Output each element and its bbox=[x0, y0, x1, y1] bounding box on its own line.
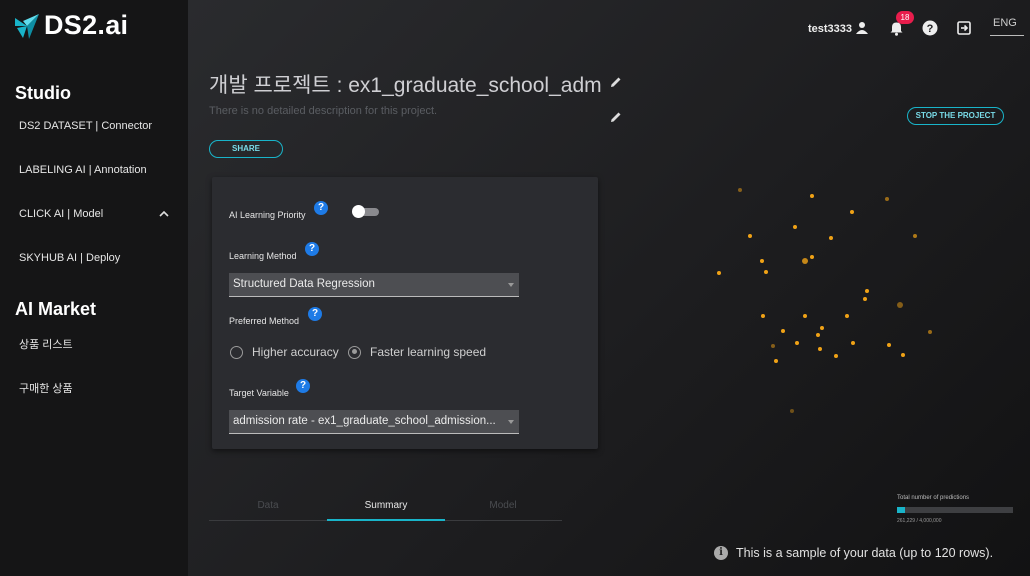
sidebar-item-purchased[interactable]: 구매한 상품 bbox=[19, 380, 169, 396]
sidebar-item-click-ai[interactable]: CLICK AI | Model bbox=[19, 208, 169, 220]
learning-method-select[interactable]: Structured Data Regression bbox=[229, 273, 519, 297]
decorative-dots-graphic bbox=[717, 188, 932, 413]
predictions-count: 261,229 / 4,000,000 bbox=[897, 518, 942, 524]
target-variable-value: admission rate - ex1_graduate_school_adm… bbox=[233, 415, 496, 427]
language-underline bbox=[990, 35, 1024, 36]
sidebar-item-label: SKYHUB AI | Deploy bbox=[19, 252, 121, 264]
sidebar-item-label: CLICK AI | Model bbox=[19, 208, 104, 220]
svg-text:?: ? bbox=[927, 23, 934, 35]
help-icon[interactable]: ? bbox=[922, 20, 938, 36]
learning-method-label: Learning Method bbox=[229, 251, 297, 261]
radio-higher-accuracy[interactable]: Higher accuracy bbox=[230, 345, 339, 359]
sidebar: DS2.ai Studio DS2 DATASET | Connector LA… bbox=[0, 0, 188, 576]
radio-label: Higher accuracy bbox=[252, 345, 339, 359]
chevron-up-icon[interactable] bbox=[159, 209, 169, 219]
sidebar-item-labeling[interactable]: LABELING AI | Annotation bbox=[19, 164, 169, 176]
info-icon: i bbox=[714, 546, 728, 560]
ds2-logo-icon bbox=[15, 13, 39, 39]
learning-method-value: Structured Data Regression bbox=[233, 278, 375, 290]
ai-priority-toggle[interactable] bbox=[352, 205, 379, 218]
sidebar-section-studio: Studio bbox=[15, 83, 71, 103]
chevron-down-icon bbox=[508, 420, 514, 424]
stop-project-button[interactable]: STOP THE PROJECT bbox=[907, 107, 1004, 125]
sidebar-item-label: 구매한 상품 bbox=[19, 383, 73, 395]
logo[interactable]: DS2.ai bbox=[14, 10, 128, 41]
tab-model[interactable]: Model bbox=[444, 500, 562, 511]
tab-summary[interactable]: Summary bbox=[327, 500, 445, 511]
radio-circle-selected bbox=[348, 345, 361, 359]
preferred-method-label: Preferred Method bbox=[229, 316, 300, 326]
ai-priority-label: AI Learning Priority bbox=[229, 210, 306, 220]
target-variable-label: Target Variable bbox=[229, 388, 289, 398]
sidebar-item-label: DS2 DATASET | Connector bbox=[19, 120, 153, 132]
active-tab-indicator bbox=[327, 519, 445, 521]
username[interactable]: test3333 bbox=[808, 23, 852, 35]
sample-note-text: This is a sample of your data (up to 120… bbox=[736, 546, 994, 560]
logo-text: DS2.ai bbox=[44, 10, 129, 40]
chevron-down-icon bbox=[508, 283, 514, 287]
radio-faster-speed[interactable]: Faster learning speed bbox=[348, 345, 486, 359]
sidebar-item-skyhub[interactable]: SKYHUB AI | Deploy bbox=[19, 252, 169, 264]
tab-data[interactable]: Data bbox=[209, 500, 327, 511]
help-icon[interactable]: ? bbox=[296, 379, 310, 393]
radio-label: Faster learning speed bbox=[370, 345, 487, 359]
target-variable-select[interactable]: admission rate - ex1_graduate_school_adm… bbox=[229, 410, 519, 434]
help-icon[interactable]: ? bbox=[305, 242, 319, 256]
sidebar-item-product-list[interactable]: 상품 리스트 bbox=[19, 336, 169, 352]
predictions-progress-bar bbox=[897, 507, 1013, 513]
share-button[interactable]: SHARE bbox=[209, 140, 283, 158]
help-icon[interactable]: ? bbox=[308, 307, 322, 321]
sidebar-item-label: LABELING AI | Annotation bbox=[19, 164, 147, 176]
language-selector[interactable]: ENG bbox=[993, 17, 1017, 29]
sidebar-section-ai-market: AI Market bbox=[15, 299, 97, 319]
help-icon[interactable]: ? bbox=[314, 201, 328, 215]
project-description: There is no detailed description for thi… bbox=[209, 105, 438, 117]
radio-circle bbox=[230, 345, 243, 359]
project-title: 개발 프로젝트 : ex1_graduate_school_adm bbox=[209, 74, 602, 97]
sidebar-item-dataset[interactable]: DS2 DATASET | Connector bbox=[19, 120, 169, 132]
sample-note: i This is a sample of your data (up to 1… bbox=[714, 546, 993, 560]
predictions-label: Total number of predictions bbox=[897, 495, 970, 501]
edit-description-pencil-icon[interactable] bbox=[609, 110, 623, 124]
edit-title-pencil-icon[interactable] bbox=[609, 75, 623, 89]
predictions-progress-fill bbox=[897, 507, 905, 513]
toggle-knob bbox=[352, 205, 365, 218]
logout-icon[interactable] bbox=[956, 20, 972, 36]
sidebar-item-label: 상품 리스트 bbox=[19, 339, 73, 351]
user-icon[interactable] bbox=[855, 21, 869, 35]
notification-badge: 18 bbox=[896, 11, 914, 24]
